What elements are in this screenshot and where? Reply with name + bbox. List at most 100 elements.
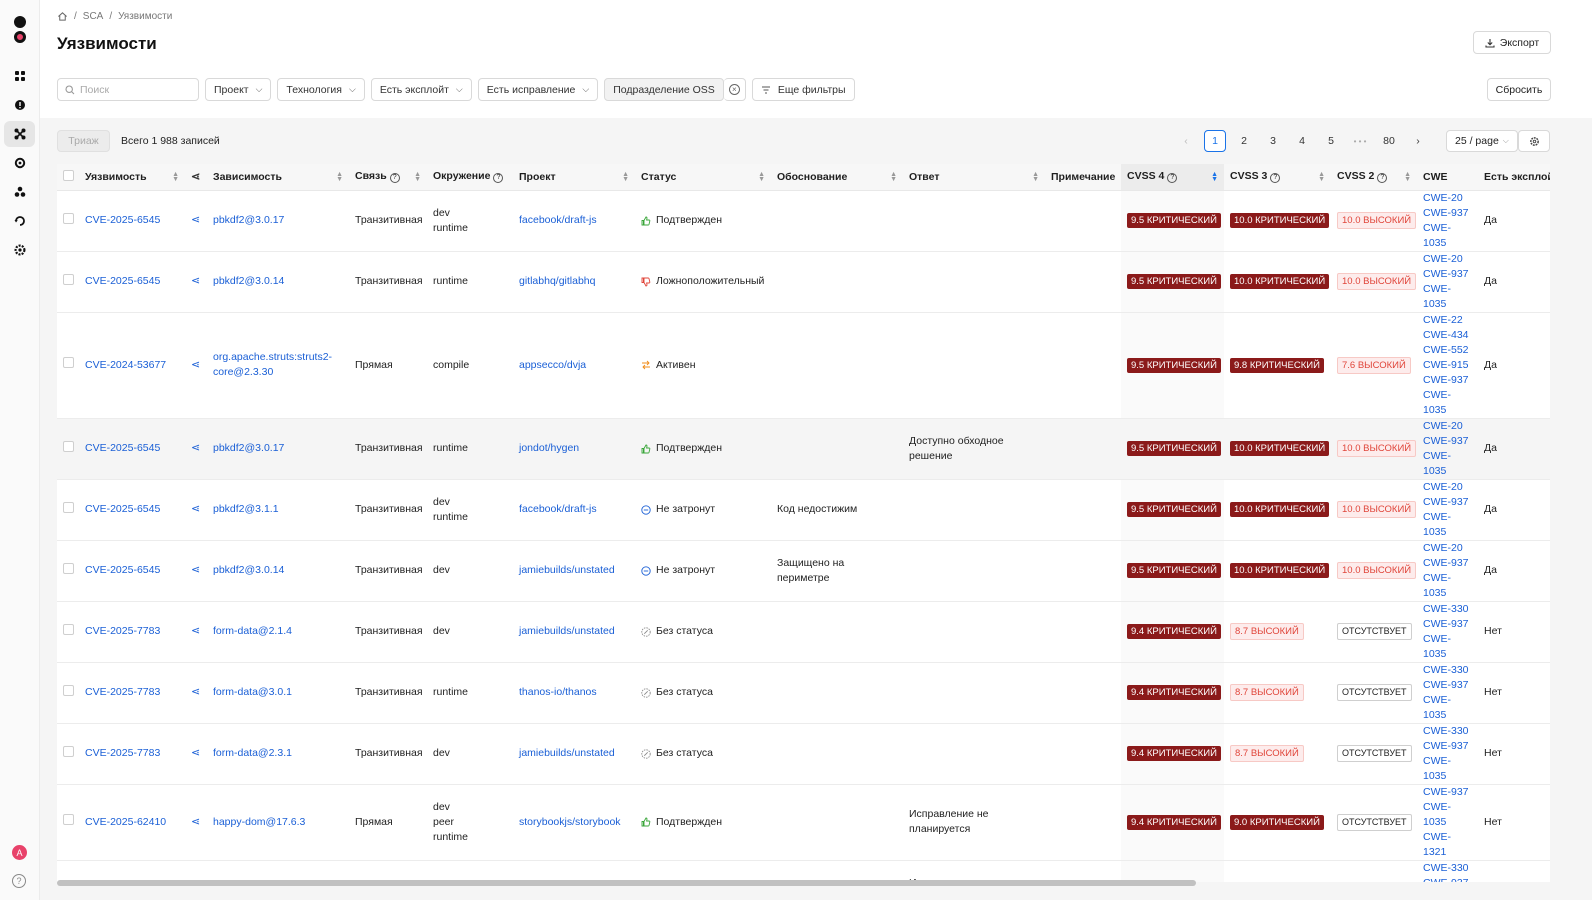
- select-all-checkbox[interactable]: [63, 169, 74, 181]
- cve-link[interactable]: CVE-2025-7783: [85, 686, 160, 698]
- search-input[interactable]: [57, 78, 199, 101]
- status-cell[interactable]: Подтвержден: [641, 815, 765, 830]
- cve-link[interactable]: CVE-2025-6545: [85, 275, 160, 287]
- cwe-link[interactable]: CWE-937: [1423, 557, 1469, 569]
- horizontal-scrollbar[interactable]: [57, 880, 1196, 886]
- row-select-cell[interactable]: [57, 479, 79, 541]
- status-cell[interactable]: Без статуса: [641, 624, 765, 639]
- status-cell[interactable]: Не затронут: [641, 502, 765, 517]
- table-row[interactable]: CVE-2025-6545 ⋖ pbkdf2@3.0.17 Транзитивн…: [57, 190, 1550, 252]
- help-icon[interactable]: ?: [493, 173, 504, 184]
- col-answer[interactable]: Ответ ▲ ▼: [903, 164, 1045, 191]
- filter-technology[interactable]: Технология ⌵: [277, 78, 365, 101]
- cwe-link[interactable]: CWE-1035: [1423, 511, 1451, 538]
- cwe-link[interactable]: CWE-20: [1423, 481, 1463, 493]
- refresh-icon[interactable]: [4, 208, 35, 234]
- row-select-cell[interactable]: [57, 784, 79, 861]
- dependency-graph-icon[interactable]: ⋖: [191, 275, 200, 287]
- cwe-link[interactable]: CWE-20: [1423, 253, 1463, 265]
- table-row[interactable]: CVE-2025-6545 ⋖ pbkdf2@3.0.14 Транзитивн…: [57, 540, 1550, 602]
- row-checkbox[interactable]: [63, 623, 74, 635]
- col-cvss2[interactable]: CVSS 2? ▲ ▼: [1331, 164, 1417, 191]
- row-select-cell[interactable]: [57, 418, 79, 480]
- clear-division-button[interactable]: ×: [723, 78, 746, 101]
- dependency-graph-icon[interactable]: ⋖: [191, 816, 200, 828]
- dependency-graph-icon[interactable]: ⋖: [191, 503, 200, 515]
- table-row[interactable]: CVE-2025-6545 ⋖ pbkdf2@3.0.17 Транзитивн…: [57, 418, 1550, 480]
- sort-icon[interactable]: ▲ ▼: [1032, 171, 1039, 183]
- project-link[interactable]: jamiebuilds/unstated: [519, 625, 615, 637]
- table-row[interactable]: CVE-2025-6545 ⋖ pbkdf2@3.1.1 Транзитивна…: [57, 479, 1550, 541]
- sort-icon[interactable]: ▲ ▼: [414, 171, 421, 183]
- page-last[interactable]: 80: [1378, 130, 1400, 152]
- col-vulnerability[interactable]: Уязвимость ▲ ▼: [79, 164, 185, 191]
- dependency-link[interactable]: org.apache.struts:struts2-core@2.3.30: [213, 351, 332, 378]
- cwe-link[interactable]: CWE-1035: [1423, 801, 1451, 828]
- dependency-link[interactable]: pbkdf2@3.0.17: [213, 214, 284, 226]
- logo[interactable]: [13, 16, 27, 48]
- page-4[interactable]: 4: [1291, 130, 1313, 152]
- cve-link[interactable]: CVE-2025-7783: [85, 747, 160, 759]
- row-checkbox[interactable]: [63, 212, 74, 224]
- cve-link[interactable]: CVE-2025-6545: [85, 442, 160, 454]
- row-checkbox[interactable]: [63, 562, 74, 574]
- alert-icon[interactable]: [4, 92, 35, 118]
- project-link[interactable]: jamiebuilds/unstated: [519, 747, 615, 759]
- row-checkbox[interactable]: [63, 814, 74, 825]
- cwe-link[interactable]: CWE-1035: [1423, 572, 1451, 599]
- col-dependency[interactable]: Зависимость ▲ ▼: [207, 164, 349, 191]
- dependency-graph-icon[interactable]: ⋖: [191, 359, 200, 371]
- status-cell[interactable]: Не затронут: [641, 563, 765, 578]
- help-icon[interactable]: ?: [1377, 173, 1388, 184]
- cwe-link[interactable]: CWE-937: [1423, 268, 1469, 280]
- cwe-link[interactable]: CWE-1035: [1423, 389, 1451, 416]
- select-all-cell[interactable]: [57, 164, 79, 191]
- dependency-link[interactable]: form-data@3.0.1: [213, 686, 292, 698]
- row-checkbox[interactable]: [63, 501, 74, 513]
- reset-button[interactable]: Сбросить: [1487, 78, 1551, 101]
- cwe-link[interactable]: CWE-937: [1423, 207, 1469, 219]
- row-checkbox[interactable]: [63, 273, 74, 285]
- cwe-link[interactable]: CWE-20: [1423, 192, 1463, 204]
- sort-icon[interactable]: ▲ ▼: [172, 171, 179, 183]
- cve-link[interactable]: CVE-2024-53677: [85, 359, 166, 371]
- cwe-link[interactable]: CWE-937: [1423, 374, 1469, 386]
- status-cell[interactable]: Подтвержден: [641, 213, 765, 228]
- home-icon[interactable]: [57, 11, 68, 22]
- filter-project[interactable]: Проект ⌵: [205, 78, 272, 101]
- dependency-link[interactable]: pbkdf2@3.0.17: [213, 442, 284, 454]
- dependency-link[interactable]: pbkdf2@3.0.14: [213, 275, 284, 287]
- cwe-link[interactable]: CWE-1035: [1423, 222, 1451, 249]
- row-select-cell[interactable]: [57, 190, 79, 252]
- col-cvss3[interactable]: CVSS 3? ▲ ▼: [1224, 164, 1331, 191]
- page-5[interactable]: 5: [1320, 130, 1342, 152]
- row-select-cell[interactable]: [57, 662, 79, 724]
- cwe-link[interactable]: CWE-552: [1423, 344, 1469, 356]
- table-row[interactable]: CVE-2025-7783 ⋖ form-data@3.0.0 Транзити…: [57, 860, 1550, 882]
- cwe-link[interactable]: CWE-937: [1423, 435, 1469, 447]
- filter-division[interactable]: Подразделение OSS: [604, 78, 724, 101]
- components-icon[interactable]: [4, 179, 35, 205]
- status-cell[interactable]: Без статуса: [641, 746, 765, 761]
- page-1[interactable]: 1: [1204, 130, 1226, 152]
- search-field[interactable]: [80, 83, 190, 96]
- col-reason[interactable]: Обоснование ▲ ▼: [771, 164, 903, 191]
- next-page-icon[interactable]: ›: [1407, 130, 1429, 152]
- cwe-link[interactable]: CWE-937: [1423, 786, 1469, 798]
- dependency-link[interactable]: form-data@2.1.4: [213, 625, 292, 637]
- status-cell[interactable]: Ложноположительный: [641, 274, 765, 289]
- dependency-graph-icon[interactable]: ⋖: [191, 214, 200, 226]
- cwe-link[interactable]: CWE-330: [1423, 664, 1469, 676]
- sort-icon[interactable]: ▲ ▼: [1318, 171, 1325, 183]
- table-row[interactable]: CVE-2025-7783 ⋖ form-data@3.0.1 Транзити…: [57, 662, 1550, 724]
- project-link[interactable]: gitlabhq/gitlabhq: [519, 275, 595, 287]
- more-filters-button[interactable]: Еще фильтры: [751, 78, 855, 101]
- cwe-link[interactable]: CWE-937: [1423, 877, 1469, 883]
- cwe-link[interactable]: CWE-937: [1423, 679, 1469, 691]
- table-row[interactable]: CVE-2025-7783 ⋖ form-data@2.3.1 Транзити…: [57, 723, 1550, 785]
- gear-icon[interactable]: [4, 150, 35, 176]
- cwe-link[interactable]: CWE-1035: [1423, 450, 1451, 477]
- cve-link[interactable]: CVE-2025-6545: [85, 503, 160, 515]
- export-button[interactable]: Экспорт: [1473, 31, 1551, 54]
- sort-icon[interactable]: ▲ ▼: [758, 171, 765, 183]
